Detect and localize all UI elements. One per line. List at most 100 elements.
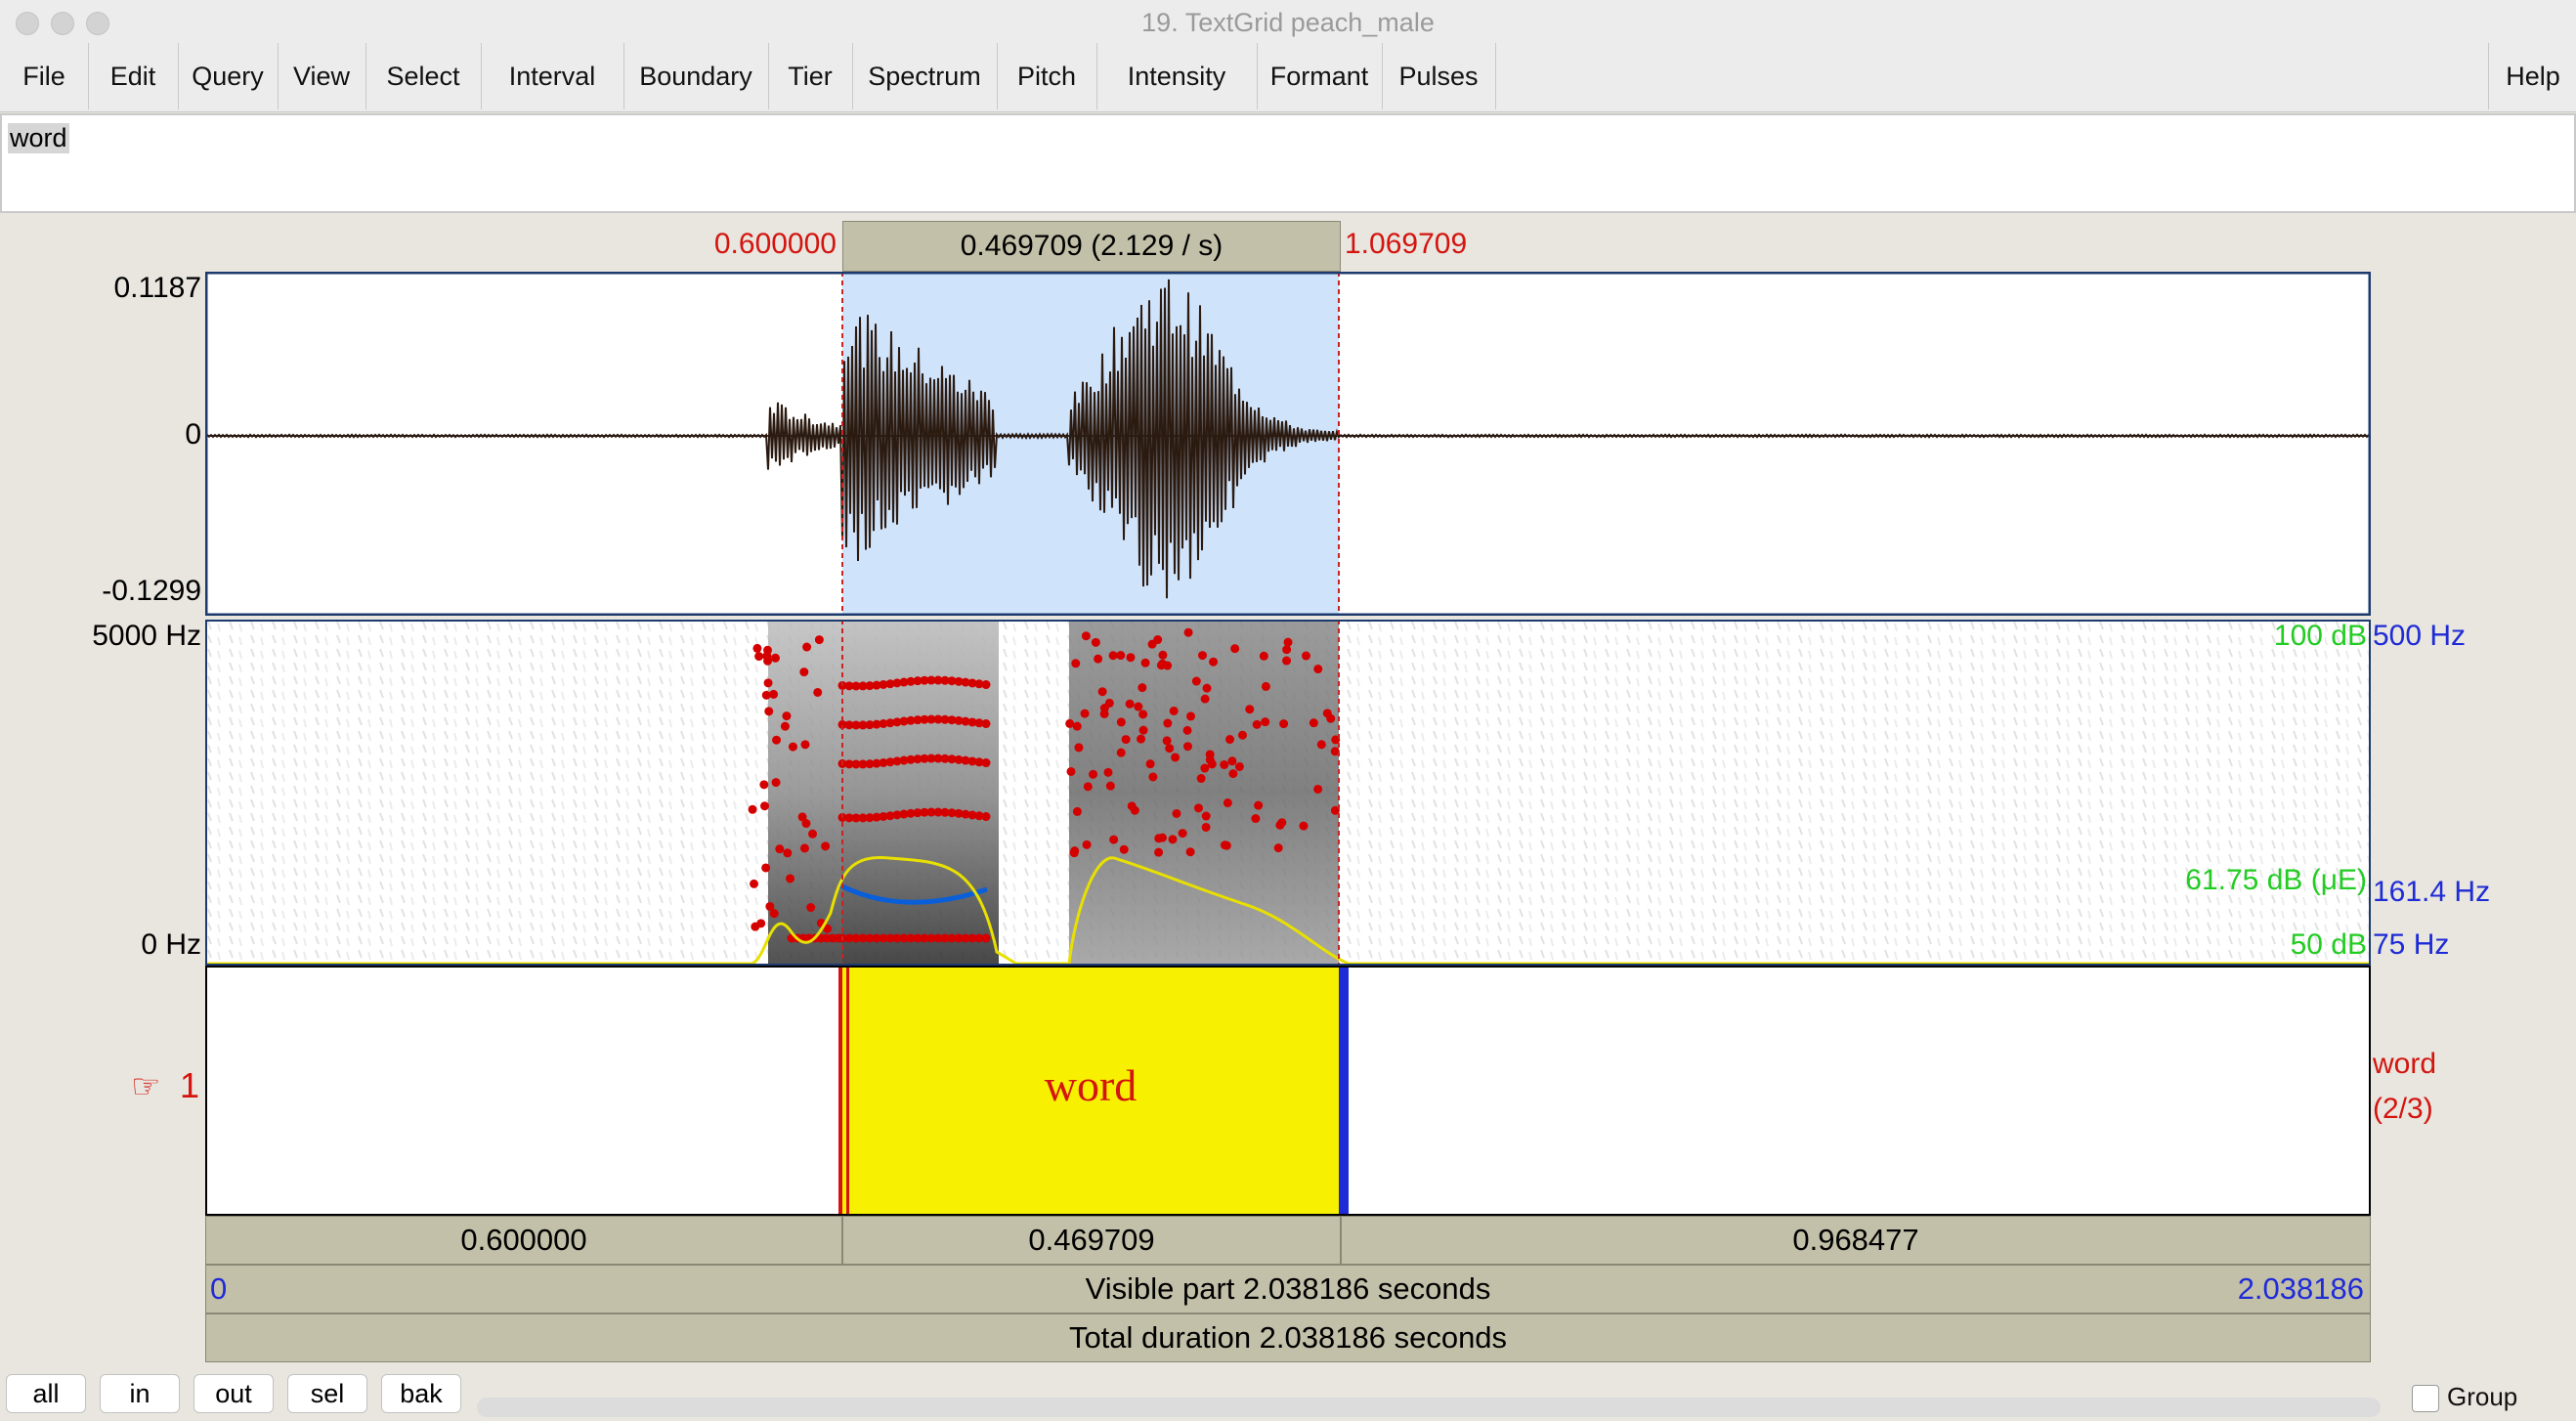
zoom-out-button[interactable]: out: [193, 1374, 274, 1413]
menu-intensity[interactable]: Intensity: [1096, 43, 1258, 109]
menu-view[interactable]: View: [278, 43, 366, 109]
spectrogram-fricative: [1069, 620, 1339, 966]
formant-dot: [1182, 742, 1192, 752]
formant-dot: [1116, 651, 1126, 661]
formant-dot: [1282, 645, 1292, 655]
formant-dot: [1225, 735, 1235, 745]
zoom-in-button[interactable]: in: [100, 1374, 180, 1413]
menu-file[interactable]: File: [0, 43, 89, 109]
formant-dot: [1121, 735, 1131, 745]
pitch-mid-label: 161.4 Hz: [2373, 876, 2491, 908]
group-checkbox[interactable]: [2412, 1385, 2439, 1412]
formant-dot: [1279, 719, 1289, 729]
menu-boundary[interactable]: Boundary: [623, 43, 769, 109]
menu-help[interactable]: Help: [2488, 43, 2576, 109]
menu-pulses[interactable]: Pulses: [1382, 43, 1496, 109]
selection-duration-bar[interactable]: 0.469709 (2.129 / s): [842, 221, 1341, 272]
formant-dot: [782, 711, 792, 721]
formant-dot: [799, 667, 809, 677]
visible-part-label: Visible part 2.038186 seconds: [1085, 1271, 1491, 1306]
formant-dot: [1186, 711, 1196, 721]
formant-dot: [1109, 835, 1119, 844]
formant-dot: [1316, 740, 1326, 750]
formant-dot: [1201, 822, 1211, 832]
formant-dot: [1168, 835, 1178, 844]
duration-left-bar[interactable]: 0.600000: [205, 1216, 842, 1265]
textgrid-tier[interactable]: word: [205, 966, 2371, 1216]
formant-dot: [1089, 769, 1098, 779]
formant-dot: [1081, 631, 1091, 641]
duration-mid-bar[interactable]: 0.469709: [842, 1216, 1341, 1265]
formant-dot: [1138, 725, 1148, 735]
title-bar: 19. TextGrid peach_male: [0, 0, 2576, 44]
interval-text-field[interactable]: word: [0, 113, 2576, 213]
formant-dot: [1125, 699, 1135, 709]
formant-dot: [1071, 659, 1081, 668]
spectrogram-freq-bottom: 0 Hz: [141, 928, 201, 961]
group-label: Group: [2447, 1382, 2518, 1411]
pointing-hand-icon[interactable]: ☞: [131, 1067, 160, 1106]
menu-tier[interactable]: Tier: [768, 43, 853, 109]
menu-formant[interactable]: Formant: [1257, 43, 1383, 109]
duration-right-bar[interactable]: 0.968477: [1341, 1216, 2371, 1265]
formant-dot: [1069, 848, 1079, 858]
formant-dot: [1153, 635, 1163, 645]
visible-start: 0: [210, 1271, 228, 1306]
menu-pitch[interactable]: Pitch: [997, 43, 1097, 109]
formant-dot: [1116, 748, 1126, 757]
total-duration-bar[interactable]: Total duration 2.038186 seconds: [205, 1313, 2371, 1362]
waveform-ymin: -0.1299: [102, 575, 201, 607]
zoom-all-button[interactable]: all: [6, 1374, 86, 1413]
formant-dot: [1156, 661, 1166, 670]
horizontal-scrollbar[interactable]: [477, 1398, 2381, 1417]
formant-dot: [1080, 709, 1090, 718]
formant-dot: [1261, 681, 1270, 691]
formant-dot: [1083, 782, 1093, 792]
formant-dot: [1273, 843, 1283, 853]
menu-select[interactable]: Select: [365, 43, 482, 109]
formant-dot: [788, 742, 797, 752]
formant-dot: [1220, 840, 1229, 850]
formant-dot: [981, 719, 991, 729]
formant-dot: [760, 801, 770, 811]
formant-dot: [1138, 683, 1147, 693]
formant-dot: [1165, 744, 1175, 754]
menu-edit[interactable]: Edit: [88, 43, 179, 109]
formant-dot: [1182, 725, 1192, 735]
formant-dot: [1230, 644, 1240, 654]
visible-part-bar[interactable]: 0 Visible part 2.038186 seconds 2.038186: [205, 1265, 2371, 1313]
formant-dot: [769, 689, 779, 699]
formant-dot: [771, 778, 781, 788]
menu-spectrum[interactable]: Spectrum: [852, 43, 998, 109]
formant-dot: [1227, 756, 1237, 766]
formant-dot: [1126, 653, 1136, 663]
formant-dot: [1223, 798, 1232, 808]
formant-dot: [1301, 651, 1310, 661]
formant-dot: [1191, 676, 1201, 686]
menu-query[interactable]: Query: [178, 43, 279, 109]
pitch-top-label: 500 Hz: [2373, 620, 2467, 652]
selection-end: 1.069709: [1345, 228, 1468, 260]
formant-dot: [1196, 774, 1206, 784]
formant-dot: [763, 656, 773, 666]
waveform-panel[interactable]: [205, 272, 2371, 616]
formant-dot: [1251, 814, 1261, 824]
menu-interval[interactable]: Interval: [481, 43, 624, 109]
formant-dot: [1185, 847, 1195, 857]
zoom-back-button[interactable]: bak: [381, 1374, 461, 1413]
formant-dot: [1172, 808, 1181, 818]
zoom-selection-button[interactable]: sel: [287, 1374, 367, 1413]
formant-dot: [1137, 734, 1146, 744]
formant-dot: [756, 919, 766, 928]
formant-dot: [1097, 687, 1107, 697]
formant-dot: [1103, 767, 1113, 777]
tier-name: word: [2373, 1048, 2437, 1080]
spectrogram-panel[interactable]: [205, 620, 2371, 966]
formant-dot: [754, 652, 764, 662]
formant-dot: [1082, 840, 1092, 849]
interval-text: word: [1044, 1060, 1138, 1110]
formant-dot: [800, 740, 810, 750]
formant-dot: [981, 812, 991, 822]
formant-dot: [1091, 637, 1100, 647]
intensity-bottom-label: 50 dB: [2290, 928, 2367, 961]
